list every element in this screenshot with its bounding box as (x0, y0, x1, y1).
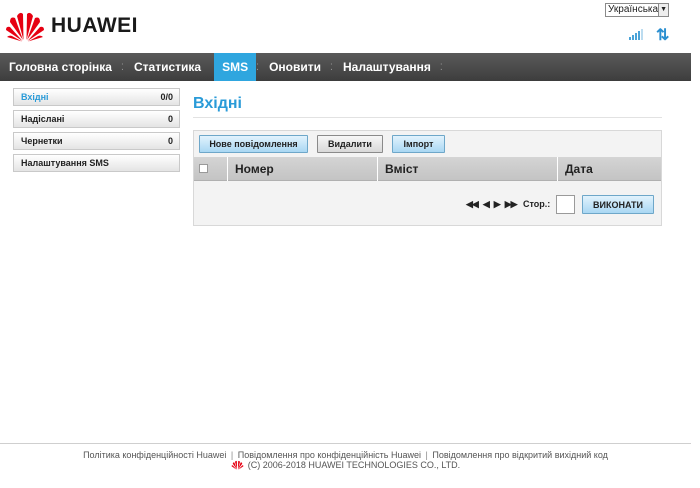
messages-table-header: Номер Вміст Дата (194, 157, 661, 181)
sidebar-item-count: 0/0 (160, 92, 173, 102)
pagination-controls: ◀◀ ◀ ▶ ▶▶ (466, 199, 518, 210)
sidebar-item-label: Надіслані (21, 114, 65, 124)
signal-strength-icon (629, 28, 643, 40)
sidebar-item-drafts[interactable]: Чернетки 0 (13, 132, 180, 150)
last-page-icon[interactable]: ▶▶ (505, 199, 518, 210)
next-page-icon[interactable]: ▶ (494, 199, 501, 210)
page-label: Стор.: (523, 199, 551, 209)
select-all-checkbox[interactable] (199, 164, 208, 173)
sidebar-item-count: 0 (167, 136, 173, 146)
first-page-icon[interactable]: ◀◀ (466, 199, 479, 210)
sidebar-item-sms-settings[interactable]: Налаштування SMS (13, 154, 180, 172)
footer-link-privacy-notice[interactable]: Повідомлення про конфіденційність Huawei (238, 450, 421, 460)
copyright-text: (C) 2006-2018 HUAWEI TECHNOLOGIES CO., L… (247, 460, 461, 470)
nav-separator: ⁚ (439, 61, 443, 72)
chevron-down-icon[interactable]: ▼ (658, 4, 668, 16)
sidebar-item-label: Налаштування SMS (21, 158, 109, 168)
select-all-cell (194, 157, 228, 181)
sidebar-item-label: Чернетки (21, 136, 63, 146)
nav-item-settings[interactable]: Налаштування (334, 53, 440, 81)
footer-copyright: (C) 2006-2018 HUAWEI TECHNOLOGIES CO., L… (0, 460, 691, 470)
title-divider (193, 117, 662, 118)
new-message-button[interactable]: Нове повідомлення (199, 135, 308, 153)
footer-separator: | (425, 450, 428, 460)
huawei-small-logo-icon (231, 460, 244, 470)
language-select[interactable]: Українська ▼ (605, 3, 669, 17)
sidebar-item-count: 0 (167, 114, 173, 124)
huawei-flower-icon (6, 12, 44, 42)
sms-sidebar: Вхідні 0/0 Надіслані 0 Чернетки 0 Налашт… (13, 88, 180, 176)
footer-link-privacy-policy[interactable]: Політика конфіденційності Huawei (83, 450, 226, 460)
prev-page-icon[interactable]: ◀ (483, 199, 490, 210)
nav-item-statistics[interactable]: Статистика (125, 53, 210, 81)
delete-button[interactable]: Видалити (317, 135, 383, 153)
page-root: HUAWEI Українська ▼ ⇅ Головна сторінка ⁚… (0, 0, 700, 488)
data-transfer-icon: ⇅ (656, 27, 670, 44)
import-button[interactable]: Імпорт (392, 135, 445, 153)
nav-item-sms[interactable]: SMS (214, 53, 257, 81)
sidebar-item-inbox[interactable]: Вхідні 0/0 (13, 88, 180, 106)
huawei-logo: HUAWEI (5, 10, 138, 42)
footer-links: Політика конфіденційності Huawei | Повід… (0, 450, 691, 460)
sidebar-item-label: Вхідні (21, 92, 49, 102)
page-number-input[interactable] (556, 195, 575, 214)
language-selected: Українська (608, 4, 659, 15)
column-header-date[interactable]: Дата (558, 157, 661, 181)
nav-item-update[interactable]: Оновити (260, 53, 330, 81)
column-header-number[interactable]: Номер (228, 157, 378, 181)
footer-separator: | (230, 450, 234, 460)
sidebar-item-sent[interactable]: Надіслані 0 (13, 110, 180, 128)
brand-name: HUAWEI (51, 14, 138, 37)
footer-link-open-source[interactable]: Повідомлення про відкритий вихідний код (432, 450, 608, 460)
nav-item-home[interactable]: Головна сторінка (0, 53, 121, 81)
footer-divider (0, 443, 691, 444)
main-nav: Головна сторінка ⁚ Статистика SMS ⁚ Онов… (0, 53, 691, 81)
go-button[interactable]: ВИКОНАТИ (582, 195, 654, 214)
column-header-content[interactable]: Вміст (378, 157, 558, 181)
page-title: Вхідні (193, 95, 242, 112)
